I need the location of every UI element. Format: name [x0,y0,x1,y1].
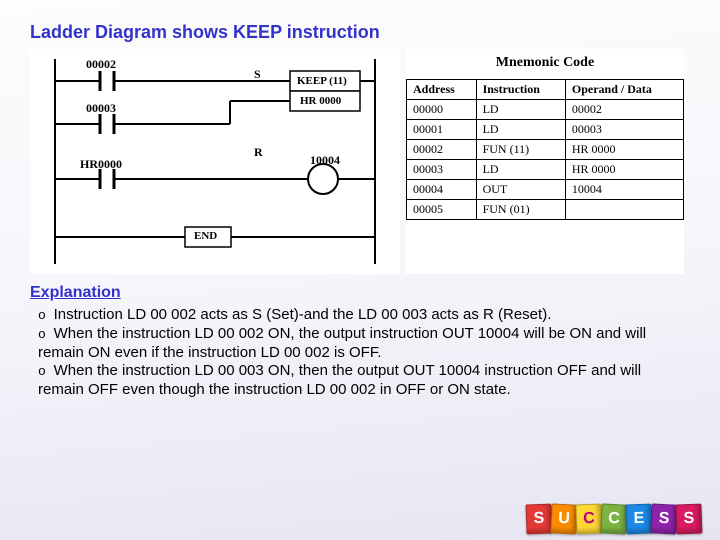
table-header-row: Address Instruction Operand / Data [407,80,684,100]
explanation-item: When the instruction LD 00 002 ON, the o… [38,325,646,361]
table-row: 00002FUN (11)HR 0000 [407,140,684,160]
cell: 00000 [407,100,477,120]
cell: HR 0000 [565,140,683,160]
s-label: S [254,67,261,82]
cell: 00002 [407,140,477,160]
cell: 10004 [565,180,683,200]
cell: FUN (11) [476,140,565,160]
success-blocks: S U C C E S S [527,504,702,534]
cell: OUT [476,180,565,200]
explanation-item: Instruction LD 00 002 acts as S (Set)-an… [54,306,552,323]
table-row: 00005FUN (01) [407,200,684,220]
col-operand: Operand / Data [565,80,683,100]
bullet-icon: o [38,308,54,323]
cell: FUN (01) [476,200,565,220]
hr-box-label: HR 0000 [300,95,341,107]
cell: HR 0000 [565,160,683,180]
explanation-item: When the instruction LD 00 003 ON, then … [38,362,641,398]
panels-row: 00002 00003 HR0000 S R KEEP (11) HR 0000… [30,49,690,274]
cell: 00003 [565,120,683,140]
block-letter: S [675,504,702,535]
block-letter: U [550,503,578,534]
keep-box-label: KEEP (11) [297,75,347,87]
table-row: 00004OUT10004 [407,180,684,200]
mnemonic-title: Mnemonic Code [406,49,684,79]
cell: LD [476,160,565,180]
block-letter: S [525,504,552,535]
col-instruction: Instruction [476,80,565,100]
block-letter: S [650,503,678,534]
contact-label-hr0000: HR0000 [80,157,122,172]
cell: 00001 [407,120,477,140]
cell: 00003 [407,160,477,180]
explanation-heading: Explanation [30,284,690,302]
contact-label-00002: 00002 [86,57,116,72]
cell: 00005 [407,200,477,220]
cell [565,200,683,220]
cell: LD [476,100,565,120]
page-title: Ladder Diagram shows KEEP instruction [30,22,690,43]
coil-label: 10004 [310,153,340,168]
col-address: Address [407,80,477,100]
mnemonic-table: Address Instruction Operand / Data 00000… [406,79,684,220]
cell: 00002 [565,100,683,120]
block-letter: C [600,503,628,534]
contact-label-00003: 00003 [86,101,116,116]
bullet-icon: o [38,364,54,379]
block-letter: C [575,504,602,535]
cell: 00004 [407,180,477,200]
end-box-label: END [194,230,217,242]
table-row: 00000LD00002 [407,100,684,120]
cell: LD [476,120,565,140]
table-row: 00001LD00003 [407,120,684,140]
table-row: 00003LDHR 0000 [407,160,684,180]
bullet-icon: o [38,327,54,342]
explanation-body: o Instruction LD 00 002 acts as S (Set)-… [30,306,690,400]
mnemonic-panel: Mnemonic Code Address Instruction Operan… [406,49,684,274]
block-letter: E [625,504,652,535]
r-label: R [254,145,263,160]
ladder-diagram: 00002 00003 HR0000 S R KEEP (11) HR 0000… [30,49,400,274]
